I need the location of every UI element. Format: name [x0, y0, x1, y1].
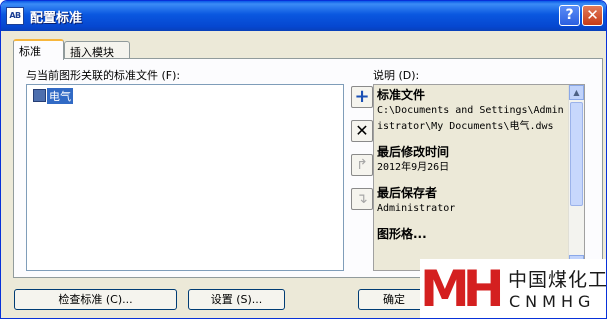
description-content: 标准文件 C:\Documents and Settings\Administr… [377, 87, 567, 242]
watermark-cn-text: 中国煤化工 [508, 269, 607, 291]
configure-standards-dialog: AB 配置标准 ? ✕ 标准 插入模块 与当前图形关联的标准文件 (F): 说明… [0, 0, 607, 319]
tab-plugins[interactable]: 插入模块 [64, 41, 130, 59]
modified-heading: 最后修改时间 [377, 145, 450, 159]
app-icon: AB [6, 7, 24, 25]
standards-tab-page: 与当前图形关联的标准文件 (F): 说明 (D): 电气 + ✕ ↱ ↴ 标准文… [13, 58, 603, 278]
scroll-up-icon[interactable]: ▲ [569, 85, 584, 100]
add-standards-file-button[interactable]: + [351, 86, 373, 108]
watermark: MH 中国煤化工 CNMHG [420, 259, 607, 318]
dialog-title: 配置标准 [30, 11, 83, 26]
watermark-logo: MH [420, 260, 505, 318]
remove-standards-file-button[interactable]: ✕ [351, 120, 373, 142]
watermark-en-text: CNMHG [509, 292, 596, 311]
tab-standards[interactable]: 标准 [13, 39, 64, 60]
modified-value: 2012年9月26日 [377, 162, 450, 173]
standards-file-list[interactable]: 电气 [26, 84, 344, 271]
list-item[interactable]: 电气 [33, 88, 73, 104]
description-panel: 标准文件 C:\Documents and Settings\Administr… [373, 84, 585, 271]
move-up-button[interactable]: ↱ [351, 154, 373, 176]
standards-file-icon [33, 89, 46, 102]
close-button[interactable]: ✕ [582, 5, 603, 26]
scroll-thumb[interactable] [570, 102, 583, 206]
saved-by-value: Administrator [377, 203, 456, 214]
description-label: 说明 (D): [373, 69, 420, 82]
title-bar[interactable]: AB 配置标准 ? ✕ [1, 1, 606, 31]
saved-by-heading: 最后保存者 [377, 186, 438, 200]
check-standards-button[interactable]: 检查标准 (C)... [14, 289, 177, 310]
help-button[interactable]: ? [559, 5, 580, 26]
file-path: C:\Documents and Settings\Administrator\… [377, 105, 564, 132]
list-item-label: 电气 [47, 88, 73, 104]
settings-button[interactable]: 设置 (S)... [188, 289, 285, 310]
next-heading-partial: 图形格... [377, 227, 427, 241]
associated-files-label: 与当前图形关联的标准文件 (F): [26, 69, 181, 82]
description-scrollbar[interactable]: ▲ ▼ [568, 85, 584, 270]
file-heading: 标准文件 [377, 88, 426, 102]
move-down-button[interactable]: ↴ [351, 188, 373, 210]
